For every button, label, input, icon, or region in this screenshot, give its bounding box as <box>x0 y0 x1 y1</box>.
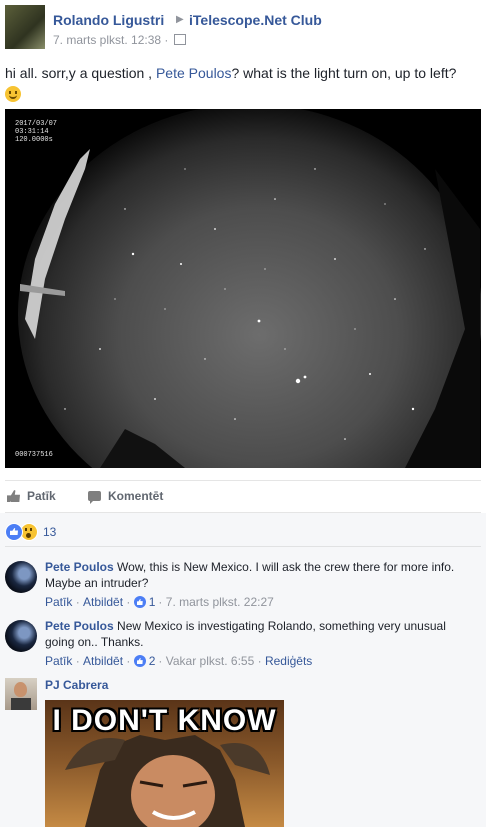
author-avatar[interactable] <box>5 5 45 49</box>
comment-actions: Patīk · Atbildēt · 2 · Vakar plkst. 6:55 … <box>45 654 313 668</box>
divider <box>5 546 481 547</box>
post-text-start: hi all. sorr,y a question , <box>5 65 156 81</box>
commenter-avatar[interactable] <box>5 620 37 652</box>
mention-link[interactable]: Pete Poulos <box>156 65 232 81</box>
divider <box>5 512 481 513</box>
comment-actions: Patīk · Atbildēt · 1 · 7. marts plkst. 22… <box>45 595 274 609</box>
comment-button[interactable]: Komentēt <box>88 489 164 504</box>
like-reaction-icon <box>133 655 146 667</box>
photo-stamp-date: 2017/03/07 <box>15 120 57 128</box>
comment-like-count[interactable]: 1 <box>149 595 156 609</box>
comment-like-link[interactable]: Patīk <box>45 654 72 668</box>
comment-reply-link[interactable]: Atbildēt <box>83 654 123 668</box>
meme-caption: I DON'T KNOW <box>52 704 277 737</box>
post-author-link[interactable]: Rolando Ligustri <box>53 12 164 28</box>
comment-author-link[interactable]: Pete Poulos <box>45 560 114 574</box>
arrow-right-icon: ▶ <box>176 14 184 25</box>
smile-emoji-icon <box>5 86 21 102</box>
photo-stamp-id: 000737516 <box>15 451 53 459</box>
like-reaction-icon <box>133 596 146 608</box>
edited-link[interactable]: Rediģēts <box>265 654 312 668</box>
post-timestamp[interactable]: 7. marts plkst. 12:38 · <box>53 33 168 47</box>
divider <box>5 480 481 481</box>
allsky-image: 2017/03/07 03:31:14 120.0000s 000737516 <box>5 109 481 468</box>
audience-icon[interactable] <box>173 34 186 46</box>
comment-author-link[interactable]: Pete Poulos <box>45 619 114 633</box>
photo-stamp-exposure: 120.0000s <box>15 136 53 144</box>
post-meta: 7. marts plkst. 12:38 · <box>53 33 186 47</box>
post-photo[interactable]: 2017/03/07 03:31:14 120.0000s 000737516 <box>5 109 481 468</box>
comment-timestamp[interactable]: Vakar plkst. 6:55 <box>166 654 255 668</box>
post-text-end: ? what is the light turn on, up to left? <box>231 65 457 81</box>
commenter-avatar[interactable] <box>5 678 37 710</box>
comment-author-link[interactable]: PJ Cabrera <box>45 678 108 692</box>
comment-label: Komentēt <box>108 489 164 503</box>
like-label: Patīk <box>27 489 56 503</box>
reaction-count: 13 <box>43 525 57 539</box>
comment-body: Pete Poulos New Mexico is investigating … <box>45 618 465 650</box>
reactions-summary[interactable]: 13 <box>5 523 56 541</box>
comment-body: Pete Poulos Wow, this is New Mexico. I w… <box>45 559 465 591</box>
comment-icon <box>88 491 101 504</box>
comment-like-count[interactable]: 2 <box>149 654 156 668</box>
comment-reply-link[interactable]: Atbildēt <box>83 595 123 609</box>
like-button[interactable]: Patīk <box>7 489 56 503</box>
photo-stamp-time: 03:31:14 <box>15 128 49 136</box>
like-reaction-icon <box>5 523 23 541</box>
post-text: hi all. sorr,y a question , Pete Poulos?… <box>5 64 481 104</box>
comment-meme-image[interactable]: I DON'T KNOW <box>45 700 284 827</box>
commenter-avatar[interactable] <box>5 561 37 593</box>
comment-like-link[interactable]: Patīk <box>45 595 72 609</box>
thumbs-up-icon <box>7 490 20 502</box>
comment-timestamp[interactable]: 7. marts plkst. 22:27 <box>166 595 274 609</box>
group-link[interactable]: iTelescope.Net Club <box>189 12 322 28</box>
